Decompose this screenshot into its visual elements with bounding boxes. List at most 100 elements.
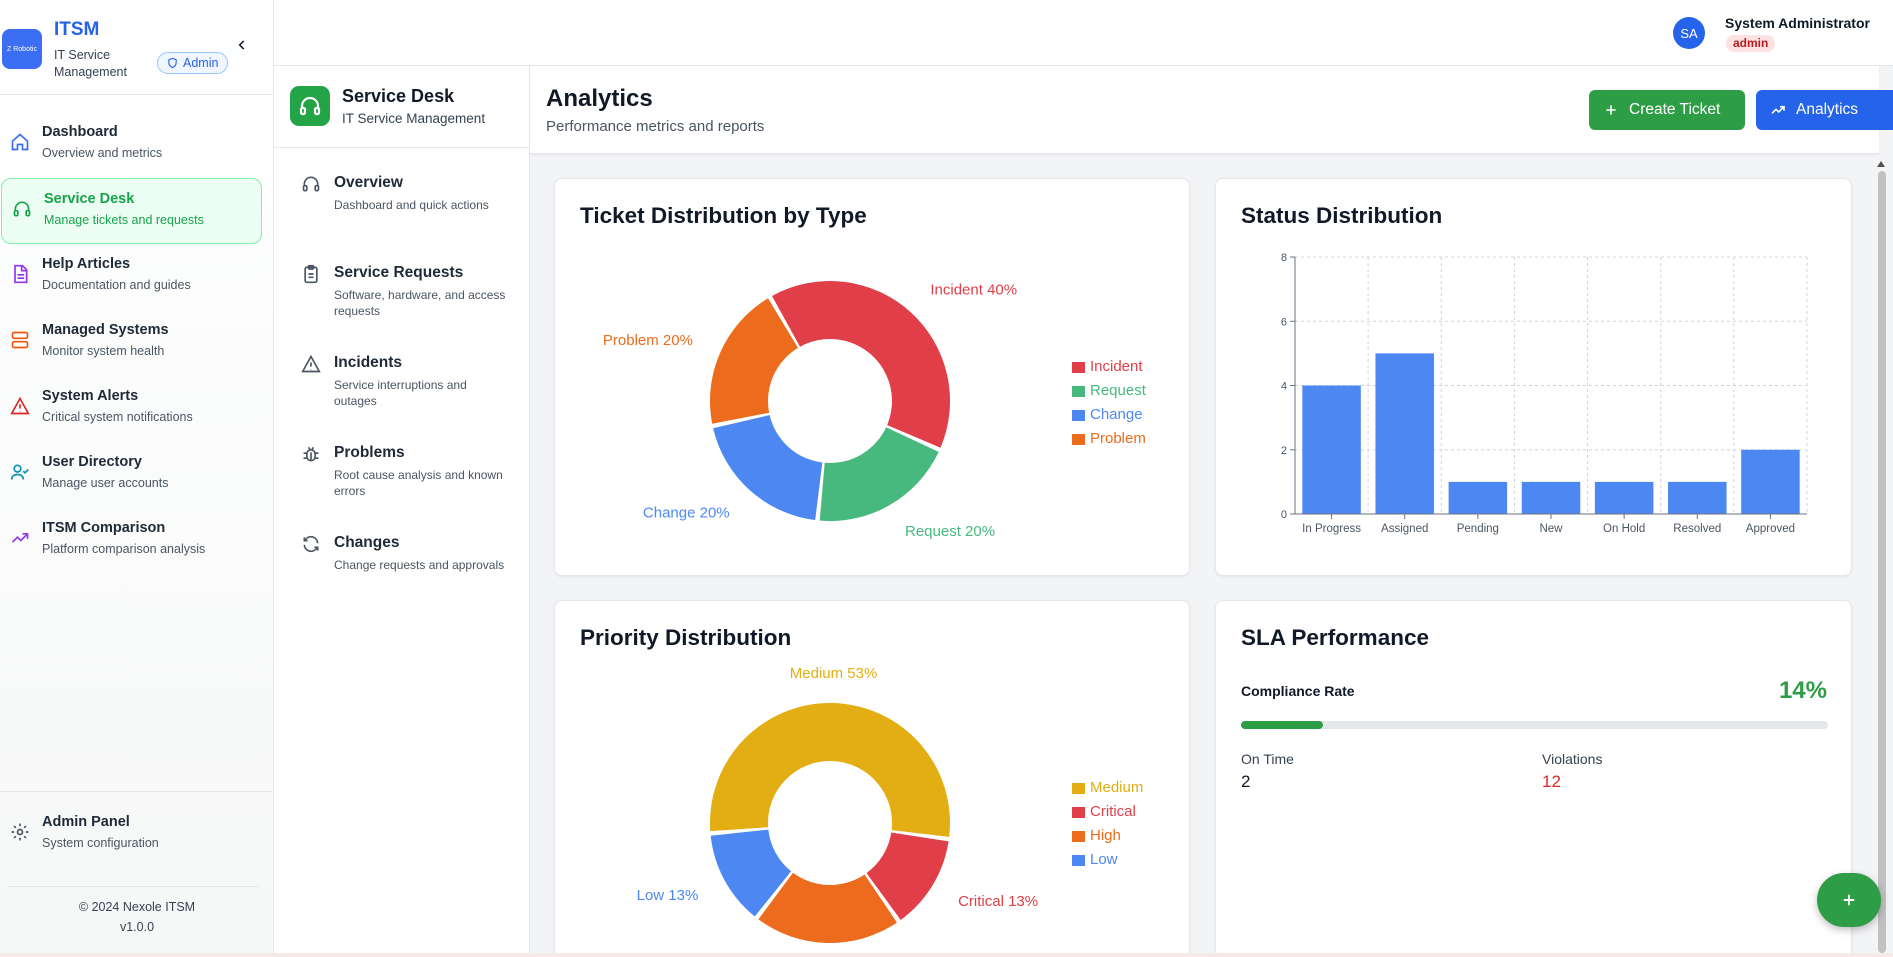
legend-label: Medium — [1090, 779, 1144, 796]
bar-grid — [1294, 256, 1808, 515]
users-icon — [10, 464, 29, 480]
subnav-item-desc: Root cause analysis and known errors — [334, 468, 503, 498]
sidebar-item-system-alerts[interactable]: System Alerts Critical system notificati… — [0, 376, 262, 442]
x-tick-label: In Progress — [1302, 523, 1361, 535]
legend-item-low[interactable]: Low — [1072, 848, 1143, 872]
scrollbar-thumb[interactable] — [1878, 171, 1886, 953]
collapse-sidebar-button[interactable] — [235, 36, 249, 57]
sidebar-item-itsm-comparison[interactable]: ITSM Comparison Platform comparison anal… — [0, 508, 262, 574]
data-label-low: Low 13% — [637, 887, 699, 904]
floating-add-button[interactable] — [1817, 873, 1881, 927]
main-sidebar: Z Robotic ITSM IT Service Management Adm… — [0, 0, 274, 953]
sidebar-item-service-desk[interactable]: Service Desk Manage tickets and requests — [1, 178, 262, 244]
legend-swatch — [1072, 806, 1085, 818]
sidebar-item-title: ITSM Comparison — [42, 520, 166, 536]
violations-label: Violations — [1542, 751, 1603, 767]
legend-label: Low — [1090, 851, 1118, 868]
gear-icon — [11, 823, 29, 841]
headset-icon — [302, 176, 320, 192]
sidebar-item-help-articles[interactable]: Help Articles Documentation and guides — [0, 244, 262, 310]
sidebar-item-managed-systems[interactable]: Managed Systems Monitor system health — [0, 310, 262, 376]
priority-card: Priority Distribution Medium 53% Critical… — [554, 600, 1190, 957]
sidebar-item-desc: System configuration — [42, 836, 159, 850]
bar-assigned — [1375, 353, 1434, 514]
subnav-item-problems[interactable]: Problems Root cause analysis and known e… — [274, 424, 529, 514]
chevron-left-icon — [238, 40, 245, 50]
clipboard-icon — [304, 264, 318, 284]
sidebar-item-dashboard[interactable]: Dashboard Overview and metrics — [0, 112, 262, 178]
subnav-item-desc: Change requests and approvals — [334, 558, 505, 572]
x-tick-label: New — [1539, 523, 1563, 535]
sidebar-item-desc: Monitor system health — [42, 344, 165, 358]
subnav-item-desc: Service interruptions and outages — [334, 378, 467, 408]
legend-label: Change — [1090, 406, 1143, 423]
headset-icon — [299, 96, 321, 116]
subnav-item-overview[interactable]: Overview Dashboard and quick actions — [274, 154, 529, 244]
legend-item-problem[interactable]: Problem — [1072, 427, 1146, 451]
plus-icon — [1843, 894, 1855, 906]
subnav-item-incidents[interactable]: Incidents Service interruptions and outa… — [274, 334, 529, 424]
y-tick-label: 2 — [1281, 445, 1287, 457]
legend-label: Problem — [1090, 430, 1146, 447]
create-ticket-label: Create Ticket — [1629, 101, 1721, 118]
legend-swatch — [1072, 433, 1085, 445]
analytics-label: Analytics — [1796, 101, 1859, 118]
user-name: System Administrator — [1725, 15, 1870, 31]
top-header: SA System Administrator admin — [274, 0, 1893, 66]
legend-item-change[interactable]: Change — [1072, 403, 1146, 427]
create-ticket-button[interactable]: Create Ticket — [1589, 90, 1745, 130]
violations-value: 12 — [1542, 772, 1561, 791]
x-tick-label: Resolved — [1673, 523, 1721, 535]
subnav-item-desc: Software, hardware, and access requests — [334, 288, 506, 318]
legend-swatch — [1072, 361, 1085, 373]
subnav-title: Service Desk — [342, 86, 455, 106]
alert-triangle-icon — [10, 396, 30, 415]
data-label-incident: Incident 40% — [930, 282, 1017, 299]
app-logo: Z Robotic — [2, 29, 42, 69]
sidebar-item-admin-panel[interactable]: Admin Panel System configuration — [0, 791, 274, 887]
shield-icon — [168, 57, 177, 69]
document-icon — [14, 264, 28, 284]
on-time-value: 2 — [1241, 772, 1251, 791]
page-header: Analytics Performance metrics and report… — [530, 66, 1893, 154]
legend-label: Incident — [1090, 358, 1143, 375]
compliance-progress-fill — [1241, 721, 1324, 729]
legend-item-request[interactable]: Request — [1072, 379, 1146, 403]
refresh-icon — [303, 535, 319, 553]
subnav-item-changes[interactable]: Changes Change requests and approvals — [274, 514, 529, 604]
brand-name: ITSM — [54, 19, 100, 40]
subnav-item-title: Problems — [334, 444, 405, 461]
legend-item-medium[interactable]: Medium — [1072, 776, 1143, 800]
sidebar-item-user-directory[interactable]: User Directory Manage user accounts — [0, 442, 262, 508]
legend-item-incident[interactable]: Incident — [1072, 355, 1146, 379]
server-icon — [11, 331, 29, 349]
sidebar-item-desc: Documentation and guides — [42, 278, 191, 292]
service-desk-badge — [290, 86, 330, 126]
sidebar-item-desc: Overview and metrics — [42, 146, 163, 160]
avatar[interactable]: SA — [1673, 17, 1705, 49]
main-nav: Dashboard Overview and metrics Service D… — [0, 112, 274, 574]
sidebar-item-title: User Directory — [42, 454, 142, 470]
sidebar-item-desc: Critical system notifications — [42, 410, 193, 424]
legend-item-critical[interactable]: Critical — [1072, 800, 1143, 824]
status-card: Status Distribution 0 2 4 6 8 In Progress Assi… — [1215, 178, 1852, 576]
brand-subtitle: IT Service Management — [54, 48, 127, 79]
priority-legend: Medium Critical High Low — [1072, 776, 1143, 872]
legend-label: Request — [1090, 382, 1146, 399]
sidebar-item-title: Admin Panel — [42, 814, 130, 830]
copyright-text: © 2024 Nexole ITSM — [78, 900, 196, 914]
trending-up-icon — [1771, 105, 1785, 114]
scroll-up-arrow-icon — [1877, 161, 1885, 167]
legend-item-high[interactable]: High — [1072, 824, 1143, 848]
sidebar-item-desc: Manage user accounts — [42, 476, 169, 490]
legend-swatch — [1072, 385, 1085, 397]
role-badge-label: Admin — [183, 56, 219, 70]
y-tick-label: 8 — [1281, 252, 1287, 264]
bar-pending — [1448, 481, 1508, 514]
bottom-strip — [0, 953, 1893, 957]
subnav-item-title: Service Requests — [334, 264, 464, 281]
data-label-medium: Medium 53% — [790, 665, 878, 682]
warning-icon — [301, 354, 321, 373]
subnav-item-service-requests[interactable]: Service Requests Software, hardware, and… — [274, 244, 529, 334]
analytics-button[interactable]: Analytics — [1756, 90, 1893, 130]
